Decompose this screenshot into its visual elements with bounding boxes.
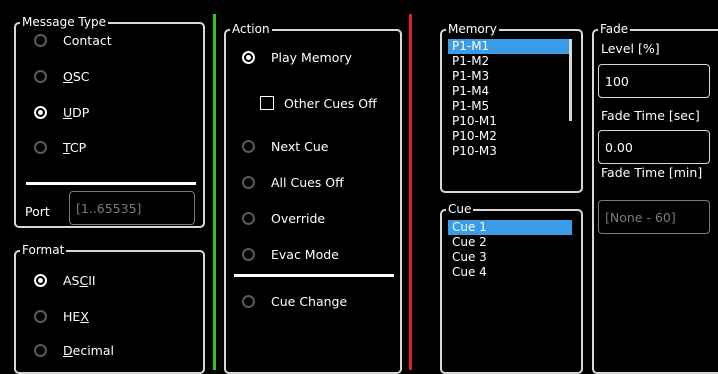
radio-osc[interactable]: OSC — [34, 66, 90, 86]
message-type-separator — [26, 182, 196, 185]
radio-label-osc: OSC — [63, 68, 90, 84]
level-input[interactable]: 100 — [598, 64, 710, 98]
radio-all-cues-off[interactable]: All Cues Off — [242, 172, 344, 192]
cue-title: Cue — [446, 201, 474, 217]
memory-panel: Memory P1-M1 P1-M2 P1-M3 P1-M4 P1-M5 P10… — [440, 21, 583, 193]
format-title: Format — [20, 242, 67, 258]
memory-item[interactable]: P10-M3 — [448, 144, 570, 159]
radio-icon — [242, 211, 255, 225]
checkbox-icon — [260, 96, 274, 110]
radio-icon — [34, 309, 47, 323]
message-type-title: Message Type — [20, 14, 108, 30]
radio-cue-change[interactable]: Cue Change — [242, 291, 347, 311]
radio-label-next-cue: Next Cue — [271, 138, 329, 154]
port-label: Port — [25, 204, 50, 219]
radio-label-play-memory: Play Memory — [271, 49, 352, 65]
fade-time-sec-label: Fade Time [sec] — [601, 108, 700, 123]
radio-icon — [34, 343, 47, 357]
radio-selected-icon — [242, 50, 255, 64]
memory-list[interactable]: P1-M1 P1-M2 P1-M3 P1-M4 P1-M5 P10-M1 P10… — [448, 39, 570, 181]
radio-label-decimal: Decimal — [63, 342, 114, 358]
red-divider — [409, 14, 412, 370]
radio-icon — [34, 69, 47, 83]
cue-item[interactable]: Cue 2 — [448, 235, 572, 250]
fade-time-min-input[interactable]: [None - 60] — [598, 200, 710, 234]
memory-item[interactable]: P1-M3 — [448, 69, 570, 84]
radio-label-all-cues-off: All Cues Off — [271, 174, 344, 190]
radio-hex[interactable]: HEX — [34, 306, 89, 326]
radio-play-memory[interactable]: Play Memory — [242, 47, 352, 67]
format-panel: Format ASCII HEX Decimal — [14, 242, 205, 374]
other-cues-off-label: Other Cues Off — [284, 95, 377, 111]
cue-item[interactable]: Cue 4 — [448, 265, 572, 280]
cue-item[interactable]: Cue 3 — [448, 250, 572, 265]
radio-icon — [242, 139, 255, 153]
other-cues-off-checkbox-row[interactable]: Other Cues Off — [260, 93, 377, 113]
radio-tcp[interactable]: TCP — [34, 137, 86, 157]
radio-selected-icon — [34, 105, 47, 119]
memory-item[interactable]: P1-M5 — [448, 99, 570, 114]
radio-label-evac-mode: Evac Mode — [271, 246, 339, 262]
radio-label-ascii: ASCII — [63, 272, 96, 288]
radio-label-override: Override — [271, 210, 326, 226]
memory-item[interactable]: P10-M1 — [448, 114, 570, 129]
memory-item[interactable]: P1-M4 — [448, 84, 570, 99]
fade-time-min-label: Fade Time [min] — [601, 165, 703, 180]
action-separator — [234, 274, 394, 277]
radio-icon — [242, 294, 255, 308]
radio-next-cue[interactable]: Next Cue — [242, 136, 328, 156]
port-input[interactable]: [1..65535] — [69, 191, 195, 225]
radio-override[interactable]: Override — [242, 208, 325, 228]
memory-item[interactable]: P10-M2 — [448, 129, 570, 144]
radio-label-udp: UDP — [63, 104, 90, 120]
memory-scrollbar[interactable] — [569, 39, 572, 121]
cue-list[interactable]: Cue 1 Cue 2 Cue 3 Cue 4 — [448, 220, 572, 360]
radio-ascii[interactable]: ASCII — [34, 270, 96, 290]
radio-contact[interactable]: Contact — [34, 30, 112, 50]
cue-item[interactable]: Cue 1 — [448, 220, 572, 235]
radio-label-hex: HEX — [63, 308, 89, 324]
memory-item[interactable]: P1-M1 — [448, 39, 570, 54]
green-divider — [213, 14, 216, 370]
memory-item[interactable]: P1-M2 — [448, 54, 570, 69]
radio-decimal[interactable]: Decimal — [34, 340, 114, 360]
radio-label-tcp: TCP — [63, 139, 87, 155]
radio-icon — [34, 140, 47, 154]
radio-icon — [242, 247, 255, 261]
radio-evac-mode[interactable]: Evac Mode — [242, 244, 339, 264]
level-label: Level [%] — [601, 41, 660, 56]
fade-title: Fade — [598, 21, 631, 37]
cue-panel: Cue Cue 1 Cue 2 Cue 3 Cue 4 — [440, 201, 583, 374]
fade-time-sec-input[interactable]: 0.00 — [598, 130, 710, 164]
radio-icon — [34, 33, 47, 47]
action-panel: Action Play Memory Other Cues Off Next C… — [224, 21, 402, 374]
radio-selected-icon — [34, 273, 47, 287]
memory-title: Memory — [446, 21, 499, 37]
radio-label-contact: Contact — [63, 32, 112, 48]
action-title: Action — [230, 21, 272, 37]
radio-icon — [242, 175, 255, 189]
radio-udp[interactable]: UDP — [34, 102, 89, 122]
radio-label-cue-change: Cue Change — [271, 293, 348, 309]
